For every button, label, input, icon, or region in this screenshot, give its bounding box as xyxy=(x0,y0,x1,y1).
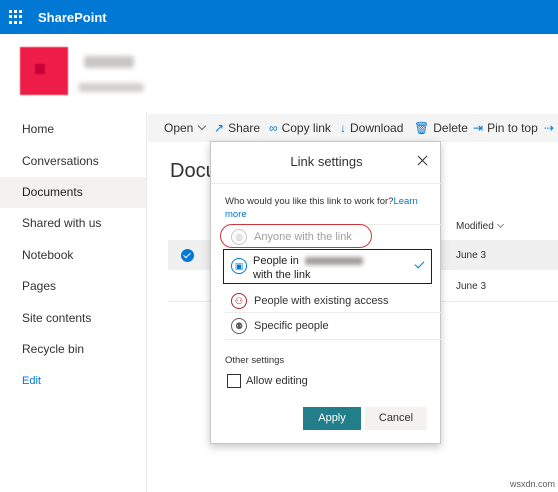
site-title-redacted xyxy=(84,56,134,68)
cancel-button[interactable]: Cancel xyxy=(365,407,427,430)
pin-to-top-button[interactable]: ⇥ Pin to top xyxy=(473,114,538,142)
nav-item-documents[interactable]: Documents xyxy=(0,177,146,208)
site-subtitle-redacted xyxy=(78,83,144,92)
option-specific-people[interactable]: ⚉ Specific people xyxy=(211,314,442,338)
row-check-icon[interactable] xyxy=(181,249,194,262)
trash-icon: 🗑 xyxy=(414,121,430,135)
highlight-ring xyxy=(220,224,372,248)
row-modified-date: June 3 xyxy=(456,250,487,261)
site-logo[interactable] xyxy=(20,47,68,95)
row-modified-date: June 3 xyxy=(456,281,487,292)
people-icon: ⚉ xyxy=(231,318,247,334)
chevron-down-icon xyxy=(198,121,207,131)
download-icon: ↓ xyxy=(340,121,346,135)
org-name-redacted xyxy=(304,257,363,266)
option-existing-access[interactable]: ⚇ People with existing access xyxy=(211,289,442,313)
command-bar: Open ↗ Share ∞ Copy link ↓ Download 🗑 Delete… xyxy=(148,114,558,142)
app-launcher-icon[interactable] xyxy=(9,10,23,24)
nav-item-notebook[interactable]: Notebook xyxy=(0,240,146,271)
nav-edit-link[interactable]: Edit xyxy=(0,366,146,397)
open-button[interactable]: Open xyxy=(164,114,207,142)
other-settings-label: Other settings xyxy=(225,355,285,366)
pin-icon: ⇥ xyxy=(473,121,484,135)
link-icon: ∞ xyxy=(269,121,278,135)
allow-editing-checkbox[interactable] xyxy=(227,374,241,388)
share-button[interactable]: ↗ Share xyxy=(214,114,260,142)
checkmark-icon xyxy=(414,258,425,269)
move-icon[interactable]: ⇢ xyxy=(544,114,558,142)
people-lock-icon: ⚇ xyxy=(231,293,247,309)
column-header-modified[interactable]: Modified xyxy=(456,220,504,232)
close-icon[interactable] xyxy=(416,154,430,168)
option-divider xyxy=(225,339,442,340)
nav-item-recycle-bin[interactable]: Recycle bin xyxy=(0,334,146,365)
brand-title[interactable]: SharePoint xyxy=(38,10,107,25)
dialog-title: Link settings xyxy=(290,154,363,169)
link-settings-dialog: Link settings Who would you like this li… xyxy=(210,141,442,444)
nav-item-shared-with-us[interactable]: Shared with us xyxy=(0,208,146,239)
nav-item-site-contents[interactable]: Site contents xyxy=(0,303,146,334)
allow-editing-label[interactable]: Allow editing xyxy=(246,375,308,387)
apply-button[interactable]: Apply xyxy=(303,407,361,430)
share-icon: ↗ xyxy=(214,121,225,135)
option-people-in-org[interactable]: ▣ People in with the link xyxy=(223,249,432,284)
suite-bar: SharePoint xyxy=(0,0,558,34)
nav-item-home[interactable]: Home xyxy=(0,114,146,145)
copy-link-button[interactable]: ∞ Copy link xyxy=(269,114,331,142)
building-icon: ▣ xyxy=(231,258,247,274)
left-navigation: Home Conversations Documents Shared with… xyxy=(0,112,147,492)
site-header xyxy=(0,34,558,112)
watermark: wsxdn.com xyxy=(510,479,556,489)
dialog-question: Who would you like this link to work for… xyxy=(225,196,418,220)
nav-item-pages[interactable]: Pages xyxy=(0,271,146,302)
download-button[interactable]: ↓ Download xyxy=(340,114,403,142)
chevron-down-icon xyxy=(496,220,504,229)
dialog-divider xyxy=(211,183,442,184)
nav-item-conversations[interactable]: Conversations xyxy=(0,146,146,177)
delete-button[interactable]: 🗑 Delete xyxy=(414,114,468,142)
